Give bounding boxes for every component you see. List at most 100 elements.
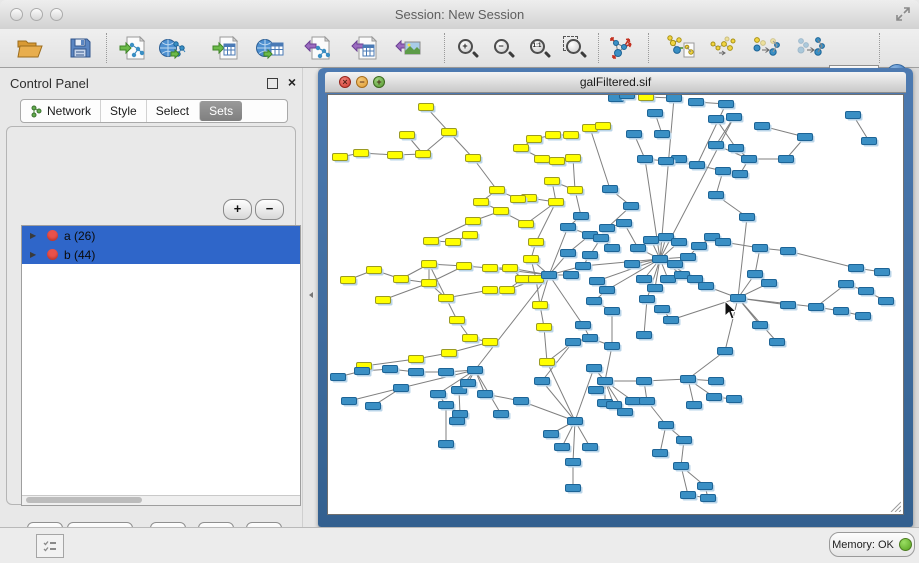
graph-node-blue[interactable] — [574, 213, 589, 220]
graph-node-yellow[interactable] — [474, 199, 489, 206]
graph-node-blue[interactable] — [879, 298, 894, 305]
network-graph[interactable] — [328, 95, 904, 515]
graph-node-blue[interactable] — [779, 156, 794, 163]
graph-node-blue[interactable] — [648, 110, 663, 117]
graph-node-yellow[interactable] — [500, 287, 515, 294]
graph-node-blue[interactable] — [576, 322, 591, 329]
graph-node-blue[interactable] — [620, 95, 635, 99]
graph-node-yellow[interactable] — [519, 221, 534, 228]
graph-node-blue[interactable] — [461, 380, 476, 387]
graph-node-yellow[interactable] — [550, 158, 565, 165]
select-first-neighbors-icon[interactable] — [708, 34, 736, 62]
import-network-file-icon[interactable] — [118, 34, 146, 62]
graph-node-blue[interactable] — [698, 483, 713, 490]
graph-node-blue[interactable] — [624, 203, 639, 210]
expand-icon[interactable] — [895, 6, 911, 22]
graph-node-blue[interactable] — [605, 308, 620, 315]
memory-status[interactable]: Memory: OK — [829, 532, 915, 557]
graph-node-yellow[interactable] — [450, 317, 465, 324]
graph-node-blue[interactable] — [409, 369, 424, 376]
set-list-item[interactable]: ▶a (26) — [22, 226, 300, 245]
graph-node-yellow[interactable] — [533, 302, 548, 309]
graph-node-yellow[interactable] — [524, 256, 539, 263]
zoom-out-icon[interactable]: − — [489, 34, 517, 62]
resize-grip[interactable] — [889, 500, 901, 512]
network-canvas[interactable] — [327, 94, 904, 515]
graph-node-blue[interactable] — [544, 431, 559, 438]
graph-node-blue[interactable] — [640, 296, 655, 303]
graph-node-blue[interactable] — [605, 343, 620, 350]
graph-node-yellow[interactable] — [466, 155, 481, 162]
apply-layout-icon[interactable] — [608, 34, 636, 62]
graph-node-yellow[interactable] — [466, 218, 481, 225]
graph-node-yellow[interactable] — [409, 356, 424, 363]
graph-node-blue[interactable] — [677, 437, 692, 444]
graph-node-blue[interactable] — [583, 444, 598, 451]
close-panel-icon[interactable]: × — [288, 74, 296, 90]
graph-node-yellow[interactable] — [439, 295, 454, 302]
graph-node-blue[interactable] — [770, 339, 785, 346]
graph-node-yellow[interactable] — [463, 335, 478, 342]
graph-node-blue[interactable] — [564, 272, 579, 279]
task-history-button[interactable] — [36, 534, 64, 558]
expander-triangle-icon[interactable]: ▶ — [30, 231, 39, 240]
graph-node-blue[interactable] — [653, 450, 668, 457]
export-image-icon[interactable] — [394, 34, 422, 62]
graph-node-blue[interactable] — [568, 418, 583, 425]
graph-node-blue[interactable] — [494, 411, 509, 418]
graph-node-blue[interactable] — [667, 95, 682, 102]
float-panel-icon[interactable] — [267, 78, 278, 89]
graph-node-blue[interactable] — [659, 422, 674, 429]
graph-node-blue[interactable] — [755, 123, 770, 130]
first-neighbors-new-network-icon[interactable] — [667, 34, 695, 62]
graph-node-yellow[interactable] — [400, 132, 415, 139]
graph-node-blue[interactable] — [664, 317, 679, 324]
graph-node-blue[interactable] — [875, 269, 890, 276]
graph-node-blue[interactable] — [600, 287, 615, 294]
graph-node-blue[interactable] — [716, 168, 731, 175]
graph-node-blue[interactable] — [605, 245, 620, 252]
graph-node-blue[interactable] — [687, 402, 702, 409]
graph-node-blue[interactable] — [727, 114, 742, 121]
graph-node-blue[interactable] — [637, 276, 652, 283]
set-list-item[interactable]: ▶b (44) — [22, 245, 300, 264]
graph-node-blue[interactable] — [625, 261, 640, 268]
import-table-web-icon[interactable] — [256, 34, 284, 62]
graph-node-blue[interactable] — [468, 367, 483, 374]
graph-node-blue[interactable] — [709, 116, 724, 123]
graph-node-blue[interactable] — [587, 298, 602, 305]
import-network-web-icon[interactable] — [159, 34, 187, 62]
graph-node-blue[interactable] — [637, 332, 652, 339]
graph-node-blue[interactable] — [690, 162, 705, 169]
export-table-icon[interactable] — [350, 34, 378, 62]
graph-node-blue[interactable] — [655, 306, 670, 313]
graph-node-yellow[interactable] — [367, 267, 382, 274]
graph-node-blue[interactable] — [798, 134, 813, 141]
graph-node-yellow[interactable] — [568, 187, 583, 194]
graph-node-blue[interactable] — [453, 411, 468, 418]
graph-node-blue[interactable] — [638, 156, 653, 163]
graph-node-blue[interactable] — [342, 398, 357, 405]
graph-node-blue[interactable] — [598, 378, 613, 385]
graph-node-blue[interactable] — [589, 387, 604, 394]
graph-node-yellow[interactable] — [483, 287, 498, 294]
graph-node-blue[interactable] — [561, 250, 576, 257]
graph-node-blue[interactable] — [583, 335, 598, 342]
graph-node-blue[interactable] — [846, 112, 861, 119]
graph-node-blue[interactable] — [566, 459, 581, 466]
graph-node-blue[interactable] — [689, 99, 704, 106]
graph-node-blue[interactable] — [439, 369, 454, 376]
graph-node-blue[interactable] — [626, 398, 641, 405]
add-set-button[interactable]: + — [223, 199, 252, 220]
graph-node-blue[interactable] — [535, 378, 550, 385]
graph-node-blue[interactable] — [640, 398, 655, 405]
graph-node-blue[interactable] — [587, 365, 602, 372]
graph-node-yellow[interactable] — [442, 350, 457, 357]
graph-node-yellow[interactable] — [419, 104, 434, 111]
graph-node-yellow[interactable] — [566, 155, 581, 162]
graph-node-blue[interactable] — [692, 243, 707, 250]
graph-node-blue[interactable] — [394, 385, 409, 392]
graph-node-yellow[interactable] — [494, 208, 509, 215]
graph-node-yellow[interactable] — [394, 276, 409, 283]
sets-list[interactable]: ▶a (26)▶b (44) — [21, 225, 301, 506]
